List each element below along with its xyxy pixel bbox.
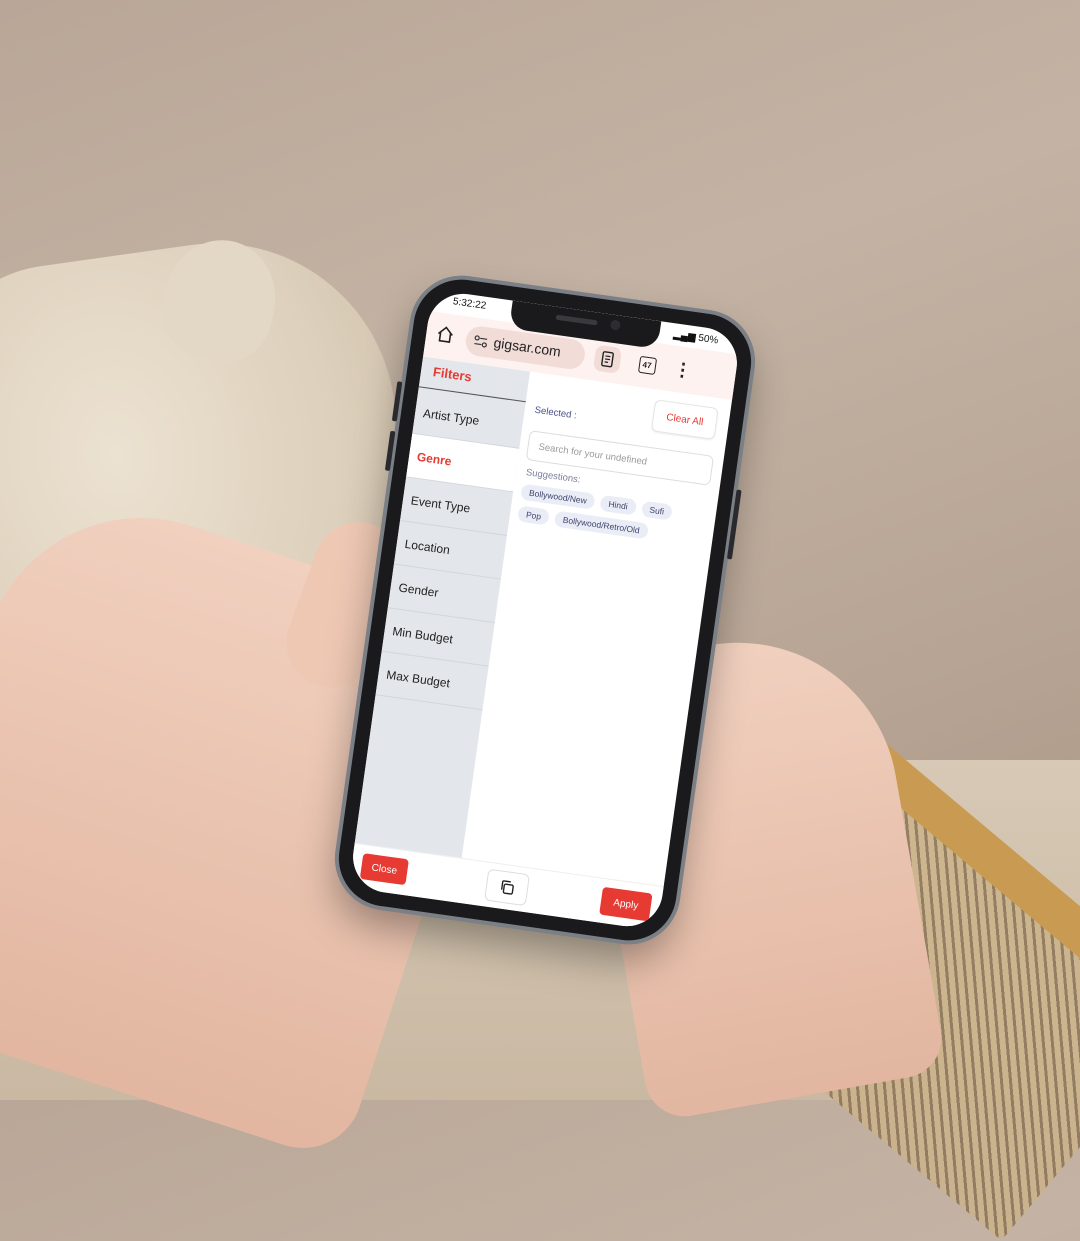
reader-mode-icon [600,351,614,369]
suggestion-chips: Bollywood/New Hindi Sufi Pop Bollywood/R… [517,484,708,548]
copy-icon [498,878,516,896]
suggestion-chip[interactable]: Pop [517,505,550,525]
tab-count: 47 [638,355,657,374]
suggestions-label: Suggestions: [525,467,581,486]
browser-menu-icon[interactable]: ⋮ [668,355,697,384]
apply-button[interactable]: Apply [599,887,652,922]
front-camera [610,319,621,330]
speaker-grille [556,315,598,326]
suggestion-chip[interactable]: Sufi [640,501,673,521]
status-right: ▂▄▆ 50% [673,329,719,346]
status-time: 5:32:22 [452,296,487,312]
suggestion-chip[interactable]: Bollywood/New [520,484,596,510]
site-settings-icon[interactable] [473,335,489,349]
copy-button[interactable] [484,869,530,907]
close-button[interactable]: Close [360,853,409,885]
suggestion-chip[interactable]: Bollywood/Retro/Old [554,511,649,540]
selected-label: Selected : [534,405,577,422]
signal-icon: ▂▄▆ [673,329,697,343]
clear-all-button[interactable]: Clear All [651,399,719,440]
battery-level: 50% [698,333,719,347]
filters-title: Filters [432,364,473,384]
url-text: gigsar.com [493,334,562,359]
suggestion-chip[interactable]: Hindi [599,495,636,516]
tab-switcher-button[interactable]: 47 [632,350,661,379]
home-icon[interactable] [435,324,455,344]
reader-mode-button[interactable] [593,345,622,374]
